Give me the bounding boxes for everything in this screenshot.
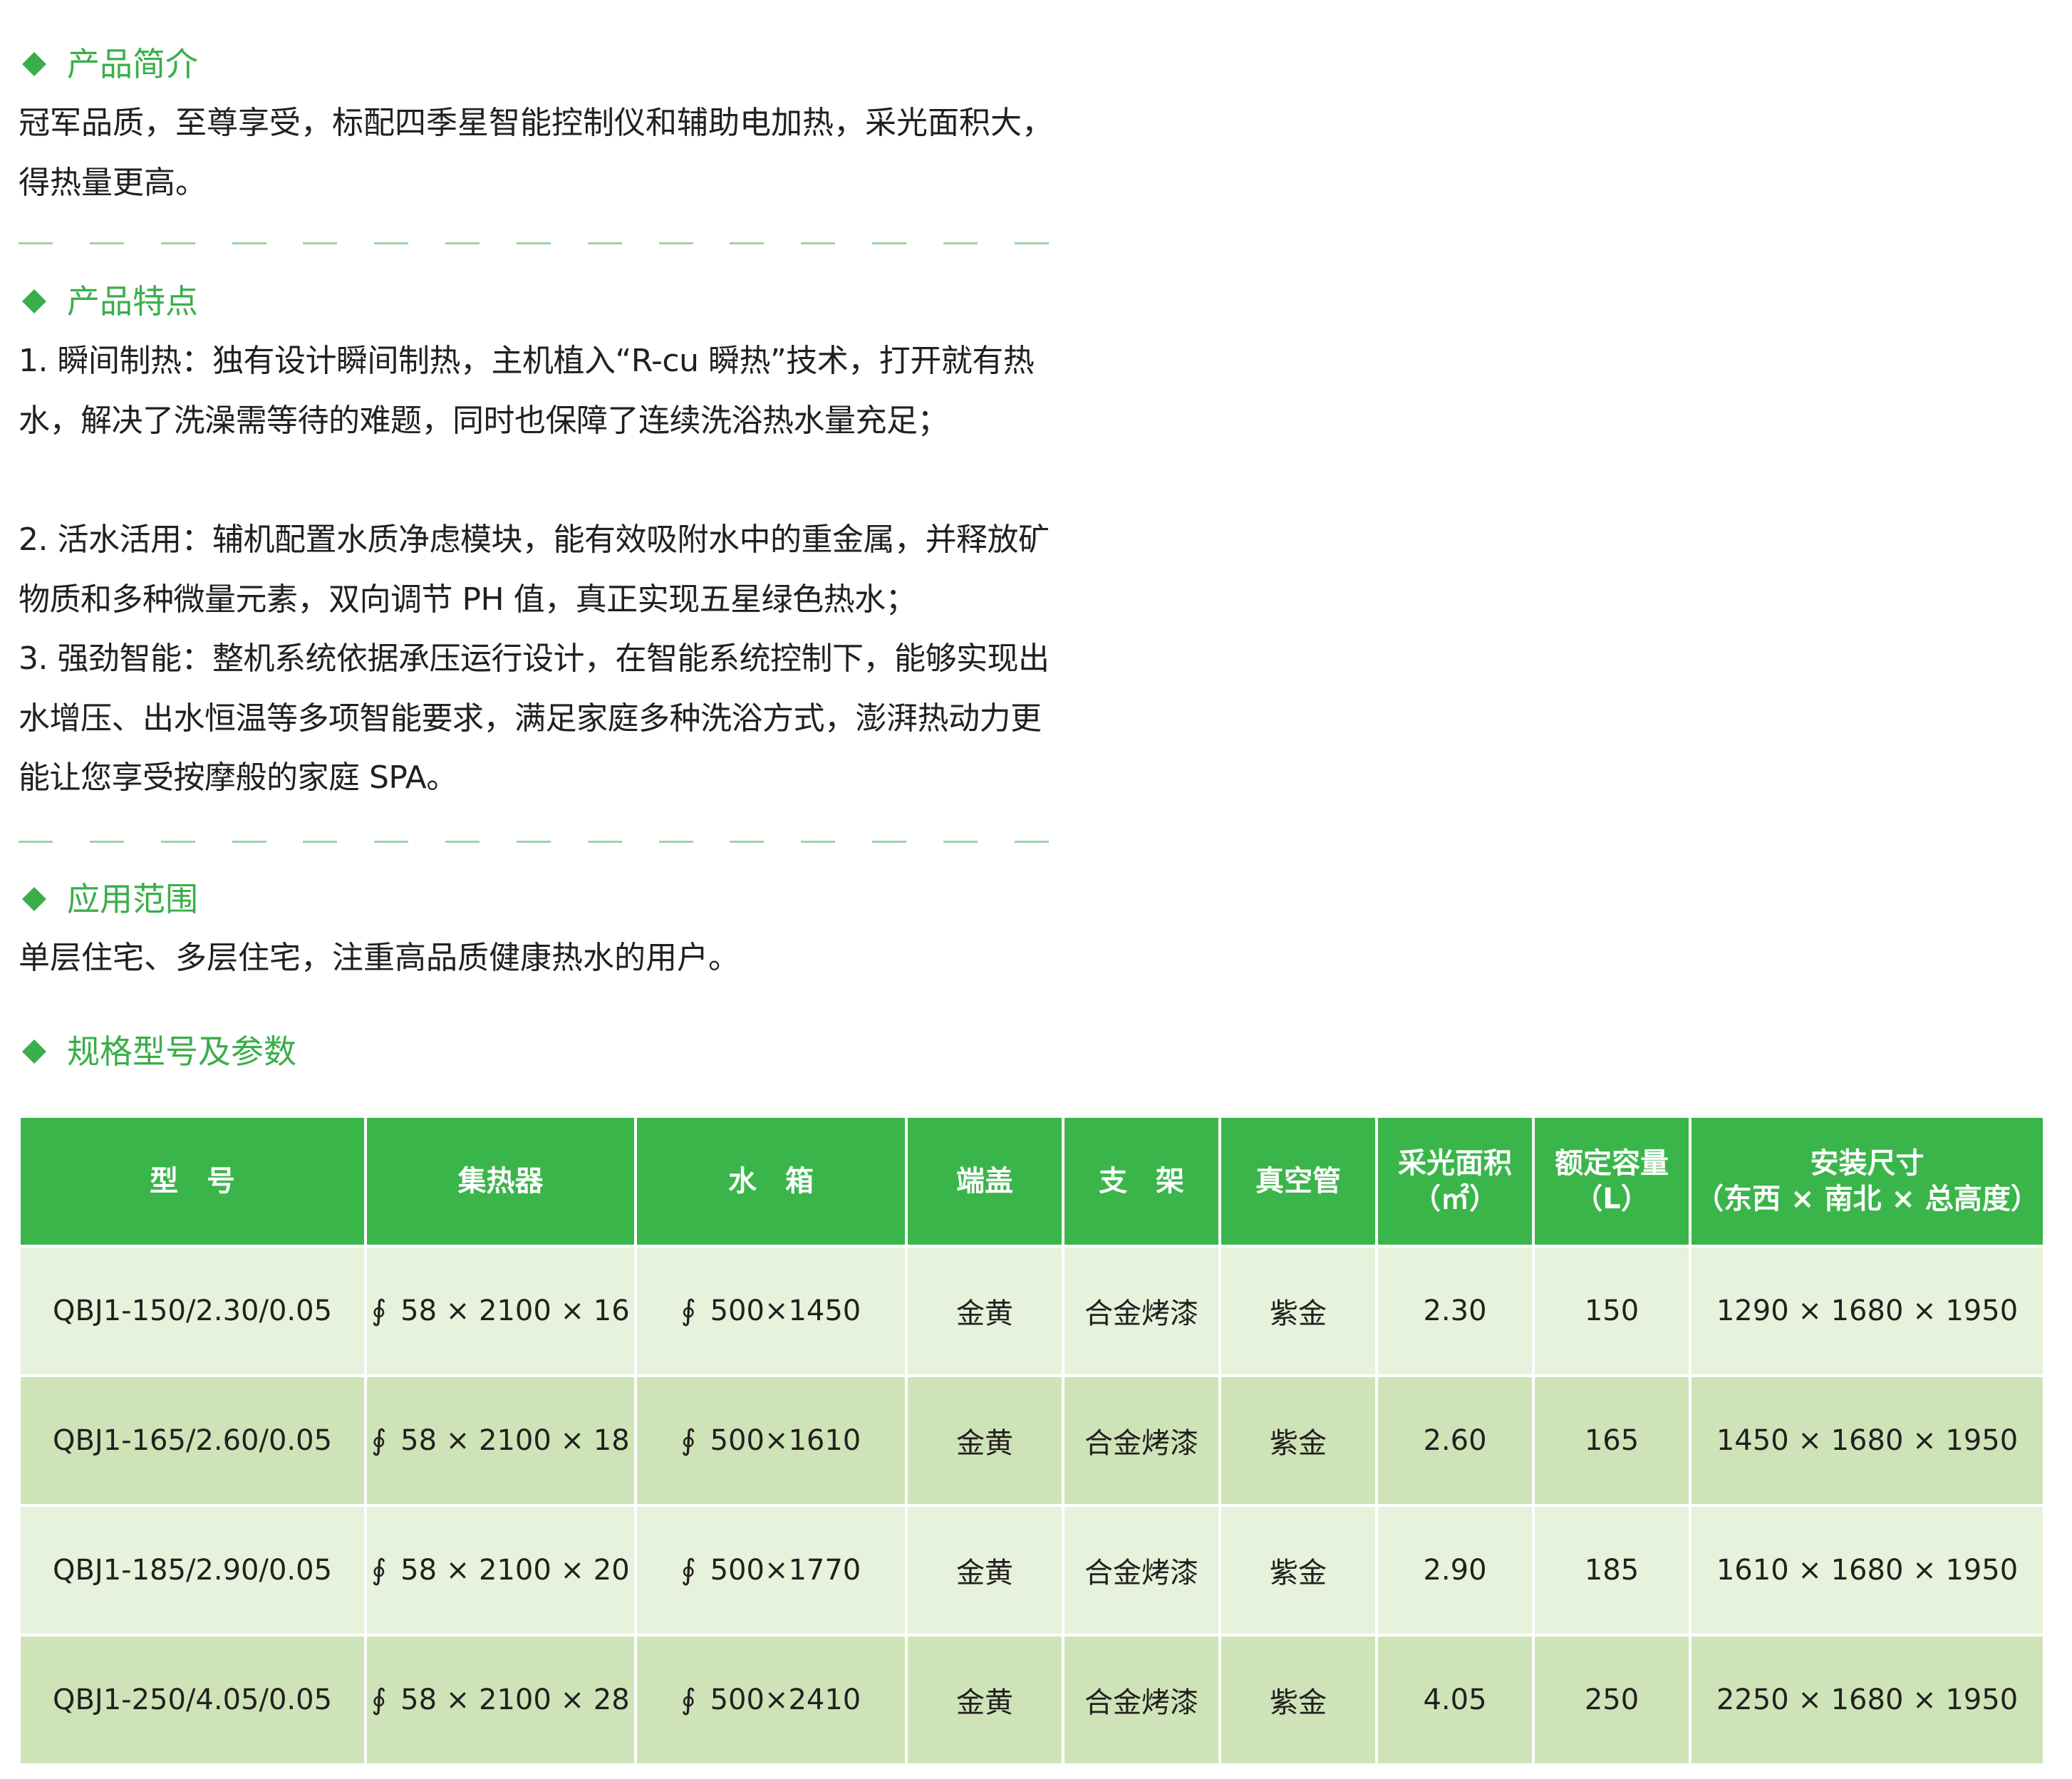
pipe-diameter-symbol: ∮ [371,1554,387,1587]
cell-tank-value: 500×1610 [710,1424,861,1457]
cell-endcap: 金黄 [905,1245,1063,1376]
section-title-intro: 产品简介 [20,36,198,93]
cell-endcap: 金黄 [905,1634,1063,1763]
cell-capacity: 165 [1532,1374,1690,1505]
section-title-specs: 规格型号及参数 [20,1023,296,1080]
cell-area: 2.90 [1375,1504,1533,1635]
cell-tube: 紫金 [1218,1504,1377,1635]
cell-collector: ∮ 58 × 2100 × 16 [364,1245,636,1376]
cell-size: 1610 × 1680 × 1950 [1689,1504,2043,1635]
pipe-diameter-symbol: ∮ [371,1424,387,1457]
pipe-diameter-symbol: ∮ [371,1684,387,1716]
cell-tube: 紫金 [1218,1634,1377,1763]
pipe-diameter-symbol: ∮ [680,1295,696,1327]
header-size: 安装尺寸 （东西 × 南北 × 总高度） [1689,1118,2043,1246]
cell-tank: ∮ 500×1610 [634,1374,906,1505]
pipe-diameter-symbol: ∮ [680,1554,696,1587]
table-row: QBJ1-165/2.60/0.05 ∮ 58 × 2100 × 18 ∮ 500×… [21,1374,2043,1505]
cell-capacity: 150 [1532,1245,1690,1376]
header-endcap: 端盖 [905,1118,1063,1246]
cell-tank: ∮ 500×2410 [634,1634,906,1763]
dashed-divider [19,242,1049,245]
cell-tank-value: 500×2410 [710,1684,861,1716]
cell-model: QBJ1-185/2.90/0.05 [21,1504,366,1635]
header-area-line2: （㎡） [1412,1183,1498,1215]
cell-size: 2250 × 1680 × 1950 [1689,1634,2043,1763]
intro-title: 产品简介 [67,45,198,83]
pipe-diameter-symbol: ∮ [680,1684,696,1716]
cell-collector: ∮ 58 × 2100 × 20 [364,1504,636,1635]
section-title-scope: 应用范围 [20,871,198,928]
header-capacity: 额定容量 （L） [1532,1118,1690,1246]
cell-endcap: 金黄 [905,1504,1063,1635]
table-row: QBJ1-185/2.90/0.05 ∮ 58 × 2100 × 20 ∮ 500×… [21,1504,2043,1635]
diamond-bullet-icon [22,289,46,313]
cell-model: QBJ1-250/4.05/0.05 [21,1634,366,1763]
header-model: 型 号 [21,1118,366,1246]
cell-stand: 合金烤漆 [1062,1634,1220,1763]
header-area: 采光面积 （㎡） [1375,1118,1533,1246]
cell-tank: ∮ 500×1450 [634,1245,906,1376]
feature-item: 1. 瞬间制热：独有设计瞬间制热，主机植入“R-cu 瞬热”技术，打开就有热水，… [19,343,1035,439]
header-size-line1: 安装尺寸 [1810,1147,1925,1180]
header-area-line1: 采光面积 [1398,1147,1512,1180]
cell-area: 2.30 [1375,1245,1533,1376]
header-collector: 集热器 [364,1118,636,1246]
cell-stand: 合金烤漆 [1062,1245,1220,1376]
cell-size: 1450 × 1680 × 1950 [1689,1374,2043,1505]
cell-collector: ∮ 58 × 2100 × 28 [364,1634,636,1763]
table-row: QBJ1-150/2.30/0.05 ∮ 58 × 2100 × 16 ∮ 500×… [21,1245,2043,1376]
table-header-row: 型 号 集热器 水 箱 端盖 支 架 真空管 采光面积 （㎡） 额定容量 （L）… [21,1118,2043,1246]
cell-tube: 紫金 [1218,1374,1377,1505]
cell-model: QBJ1-150/2.30/0.05 [21,1245,366,1376]
scope-text: 单层住宅、多层住宅，注重高品质健康热水的用户。 [19,940,740,976]
spec-table: 型 号 集热器 水 箱 端盖 支 架 真空管 采光面积 （㎡） 额定容量 （L）… [21,1118,2043,1763]
cell-area: 4.05 [1375,1634,1533,1763]
header-capacity-line2: （L） [1574,1183,1649,1215]
cell-collector: ∮ 58 × 2100 × 18 [364,1374,636,1505]
scope-title: 应用范围 [67,880,198,918]
diamond-bullet-icon [22,1039,46,1064]
header-size-line2: （东西 × 南北 × 总高度） [1695,1183,2039,1215]
cell-capacity: 250 [1532,1634,1690,1763]
cell-stand: 合金烤漆 [1062,1504,1220,1635]
header-capacity-line1: 额定容量 [1555,1147,1669,1180]
cell-tube: 紫金 [1218,1245,1377,1376]
dashed-divider [19,841,1049,844]
cell-area: 2.60 [1375,1374,1533,1505]
cell-capacity: 185 [1532,1504,1690,1635]
pipe-diameter-symbol: ∮ [371,1295,387,1327]
feature-item: 2. 活水活用：辅机配置水质净虑模块，能有效吸附水中的重金属，并释放矿物质和多种… [19,522,1050,618]
intro-text: 冠军品质，至尊享受，标配四季星智能控制仪和辅助电加热，采光面积大， 得热量更高。 [19,105,1053,201]
cell-model: QBJ1-165/2.60/0.05 [21,1374,366,1505]
cell-collector-value: 58 × 2100 × 28 [400,1684,630,1716]
diamond-bullet-icon [22,887,46,911]
features-title: 产品特点 [67,282,198,321]
cell-stand: 合金烤漆 [1062,1374,1220,1505]
header-tube: 真空管 [1218,1118,1377,1246]
section-title-features: 产品特点 [20,273,198,330]
feature-item: 3. 强劲智能：整机系统依据承压运行设计，在智能系统控制下，能够实现出水增压、出… [19,640,1050,796]
header-tank: 水 箱 [634,1118,906,1246]
table-row: QBJ1-250/4.05/0.05 ∮ 58 × 2100 × 28 ∮ 500×… [21,1634,2043,1763]
cell-endcap: 金黄 [905,1374,1063,1505]
specs-title: 规格型号及参数 [67,1032,296,1071]
cell-size: 1290 × 1680 × 1950 [1689,1245,2043,1376]
header-stand: 支 架 [1062,1118,1220,1246]
cell-tank-value: 500×1770 [710,1554,861,1587]
cell-collector-value: 58 × 2100 × 20 [400,1554,630,1587]
cell-tank: ∮ 500×1770 [634,1504,906,1635]
diamond-bullet-icon [22,52,46,76]
pipe-diameter-symbol: ∮ [680,1424,696,1457]
cell-tank-value: 500×1450 [710,1295,861,1327]
cell-collector-value: 58 × 2100 × 18 [400,1424,630,1457]
cell-collector-value: 58 × 2100 × 16 [400,1295,630,1327]
